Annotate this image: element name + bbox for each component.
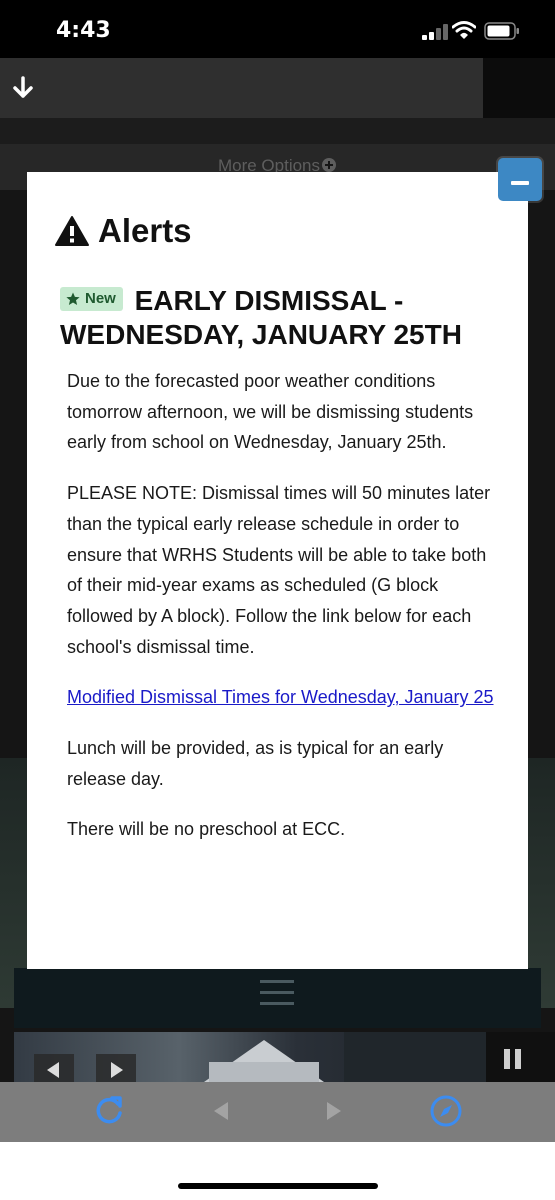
warning-icon [55, 216, 89, 246]
new-badge-label: New [85, 290, 116, 307]
building-illustration [204, 1032, 486, 1082]
browser-toolbar [0, 1082, 555, 1142]
alert-paragraph: Lunch will be provided, as is typical fo… [67, 738, 444, 789]
plus-circle-icon [322, 158, 337, 172]
signal-icon [422, 24, 448, 40]
star-icon [66, 292, 80, 305]
compass-icon[interactable] [429, 1094, 463, 1128]
minus-icon [511, 181, 529, 185]
separator-band [0, 118, 555, 144]
wifi-icon [452, 21, 476, 39]
reload-icon[interactable] [93, 1095, 125, 1127]
battery-icon [484, 22, 519, 40]
slide-prev-icon [47, 1062, 59, 1078]
top-bar [0, 58, 483, 118]
status-time: 4:43 [56, 18, 111, 43]
back-icon[interactable] [210, 1100, 232, 1122]
new-badge: New [60, 287, 123, 311]
slide-next-button[interactable] [96, 1054, 136, 1082]
status-bar: 4:43 [0, 0, 555, 58]
alerts-title: Alerts [98, 212, 192, 249]
top-bar-filler [483, 58, 555, 118]
collapse-alerts-button[interactable] [498, 158, 542, 201]
alerts-heading: Alerts [54, 212, 192, 250]
download-icon[interactable] [10, 74, 36, 102]
dismissal-times-link[interactable]: Modified Dismissal Times for Wednesday, … [67, 687, 494, 707]
alert-paragraph: There will be no preschool at ECC. [67, 819, 346, 840]
slide-prev-button[interactable] [34, 1054, 74, 1082]
home-indicator-area [0, 1142, 555, 1200]
alert-paragraph: PLEASE NOTE: Dismissal times will 50 min… [67, 483, 491, 657]
pause-icon[interactable] [504, 1049, 522, 1069]
alert-headline: New EARLY DISMISSAL - WEDNESDAY, JANUARY… [60, 284, 500, 352]
alerts-modal: Alerts New EARLY DISMISSAL - WEDNESDAY, … [27, 172, 528, 969]
hamburger-menu-icon[interactable] [260, 978, 294, 1008]
slide-next-icon [111, 1062, 123, 1078]
slideshow-pause-area [486, 1032, 555, 1082]
alert-body: Due to the forecasted poor weather condi… [67, 366, 497, 865]
slideshow-image [14, 1032, 486, 1082]
home-indicator[interactable] [178, 1183, 378, 1189]
forward-icon[interactable] [323, 1100, 345, 1122]
alert-paragraph: Due to the forecasted poor weather condi… [67, 371, 474, 453]
